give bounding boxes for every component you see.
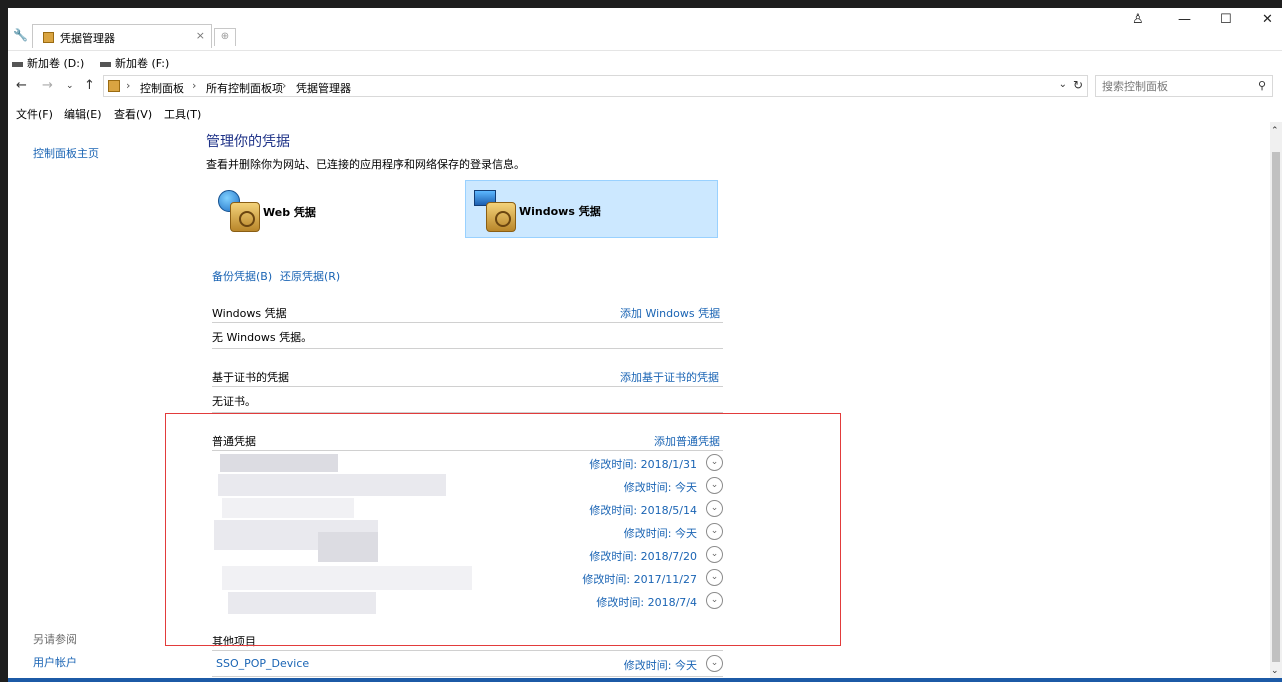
menu-tools[interactable]: 工具(T)	[164, 106, 201, 122]
scroll-thumb[interactable]	[1272, 152, 1280, 662]
add-certificate-credential-link[interactable]: 添加基于证书的凭据	[620, 369, 719, 385]
no-windows-credentials-text: 无 Windows 凭据。	[212, 331, 313, 344]
scroll-down-icon[interactable]: ⌄	[1271, 666, 1279, 676]
search-input[interactable]	[1102, 79, 1242, 94]
breadcrumb-separator: ›	[282, 79, 287, 92]
backup-credentials-link[interactable]: 备份凭据(B)	[212, 268, 272, 284]
no-certificates-text: 无证书。	[212, 395, 256, 408]
tab-close-icon[interactable]: ×	[196, 29, 205, 42]
breadcrumb-separator: ›	[126, 79, 131, 92]
menu-view[interactable]: 查看(V)	[114, 106, 152, 122]
quick-access-drive-d[interactable]: 新加卷 (D:)	[12, 55, 84, 71]
quick-access-bar: 新加卷 (D:) 新加卷 (F:)	[8, 50, 1282, 70]
drive-icon	[12, 61, 23, 67]
breadcrumb-control-panel[interactable]: 控制面板	[140, 80, 184, 96]
windows-credentials-category[interactable]: Windows 凭据	[465, 180, 718, 238]
tab-credential-manager[interactable]: 凭据管理器 ×	[32, 24, 212, 48]
credential-manager-icon	[43, 32, 54, 43]
divider	[212, 386, 723, 387]
forward-arrow-icon[interactable]: →	[42, 78, 53, 93]
wrench-icon[interactable]: 🔧	[13, 28, 28, 42]
add-windows-credential-link[interactable]: 添加 Windows 凭据	[620, 305, 720, 321]
menu-file[interactable]: 文件(F)	[16, 106, 53, 122]
search-icon[interactable]: ⚲	[1258, 79, 1266, 92]
page-description: 查看并删除你为网站、已连接的应用程序和网络保存的登录信息。	[206, 158, 525, 171]
restore-credentials-link[interactable]: 还原凭据(R)	[280, 268, 340, 284]
recent-locations-chevron-icon[interactable]: ⌄	[66, 81, 74, 91]
divider	[212, 348, 723, 349]
modified-time: 修改时间: 今天	[623, 659, 697, 672]
new-tab-button[interactable]: ⊕	[214, 28, 236, 46]
refresh-icon[interactable]: ↻	[1073, 78, 1083, 92]
search-box[interactable]: ⚲	[1095, 75, 1273, 97]
breadcrumb-separator: ›	[192, 79, 197, 92]
control-panel-icon	[108, 80, 120, 92]
vault-icon	[486, 202, 516, 232]
address-row: ← → ⌄ ↑ › 控制面板 › 所有控制面板项 › 凭据管理器 ⌄ ↻ ⚲	[8, 74, 1282, 98]
maximize-button[interactable]: ☐	[1220, 12, 1232, 27]
quick-access-drive-f[interactable]: 新加卷 (F:)	[100, 55, 169, 71]
main-content: 管理你的凭据 查看并删除你为网站、已连接的应用程序和网络保存的登录信息。 Web…	[8, 122, 1270, 682]
title-bar: 🔧 凭据管理器 × ⊕ ♙ — ☐ ✕	[8, 8, 1282, 48]
drive-icon	[100, 61, 111, 67]
address-bar[interactable]: › 控制面板 › 所有控制面板项 › 凭据管理器 ⌄ ↻	[103, 75, 1088, 97]
divider	[212, 650, 723, 651]
page-title: 管理你的凭据	[206, 134, 290, 150]
highlight-box	[165, 413, 841, 646]
credential-manager-window: 🔧 凭据管理器 × ⊕ ♙ — ☐ ✕ 新加卷 (D:) 新加卷 (F:) ← …	[8, 8, 1282, 682]
close-button[interactable]: ✕	[1262, 12, 1273, 27]
vault-icon	[230, 202, 260, 232]
menu-edit[interactable]: 编辑(E)	[64, 106, 102, 122]
address-dropdown-icon[interactable]: ⌄	[1059, 79, 1067, 90]
up-arrow-icon[interactable]: ↑	[84, 78, 95, 93]
minimize-button[interactable]: —	[1178, 12, 1191, 27]
chevron-down-icon[interactable]: ⌄	[706, 655, 723, 672]
breadcrumb-credential-manager[interactable]: 凭据管理器	[296, 80, 351, 96]
divider	[212, 322, 723, 323]
user-icon[interactable]: ♙	[1132, 12, 1144, 27]
web-credentials-category[interactable]: Web 凭据	[212, 180, 462, 238]
vertical-scrollbar[interactable]: ⌃ ⌄	[1270, 122, 1282, 682]
windows-credentials-label: Windows 凭据	[519, 205, 601, 218]
taskbar-edge	[8, 678, 1282, 682]
divider	[212, 676, 723, 677]
scroll-up-icon[interactable]: ⌃	[1271, 126, 1279, 136]
credential-name[interactable]: SSO_POP_Device	[216, 657, 309, 670]
tab-title: 凭据管理器	[60, 32, 115, 45]
web-credentials-label: Web 凭据	[263, 206, 316, 219]
back-arrow-icon[interactable]: ←	[16, 78, 27, 93]
other-item-row[interactable]: SSO_POP_Device 修改时间: 今天 ⌄	[212, 653, 723, 676]
breadcrumb-all-items[interactable]: 所有控制面板项	[206, 80, 283, 96]
